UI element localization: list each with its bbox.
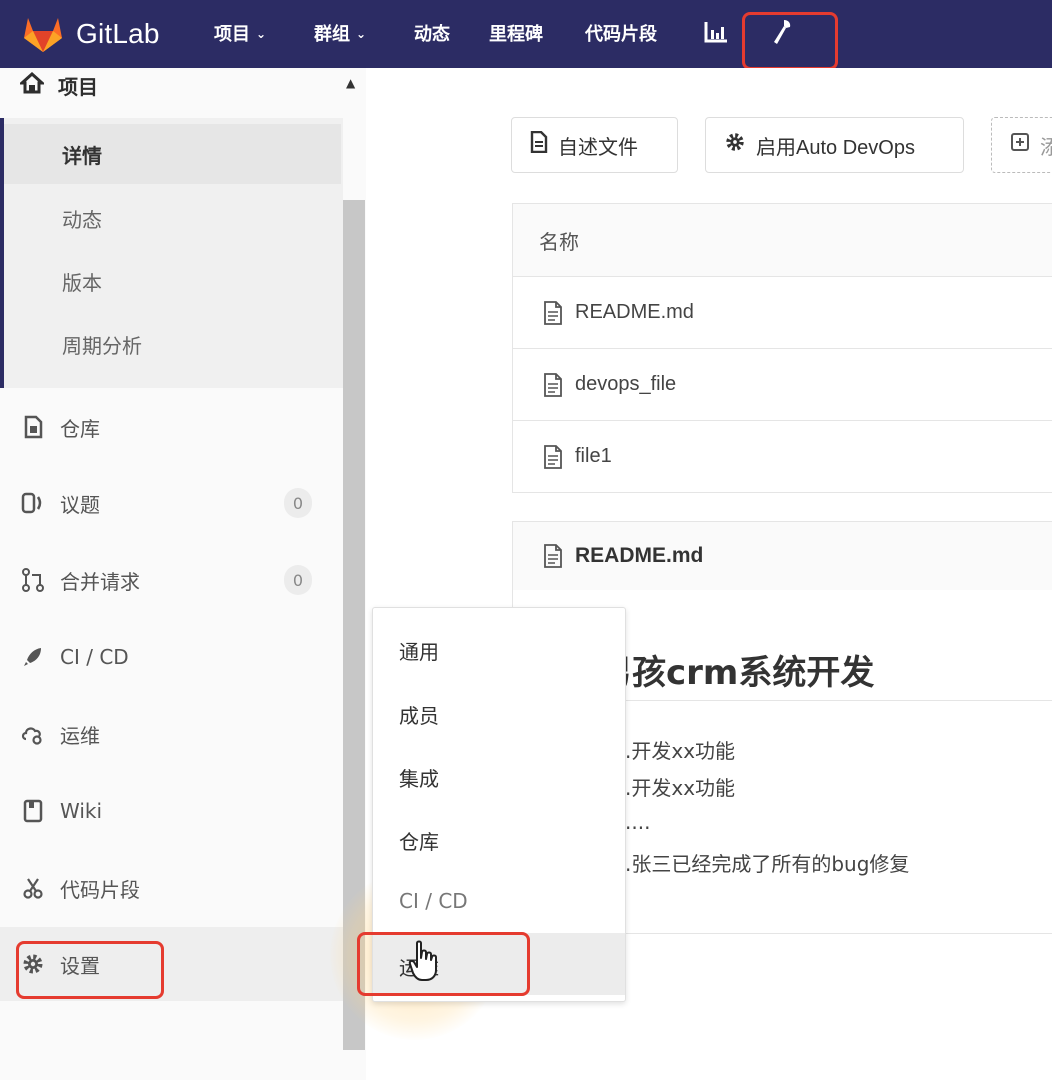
hand-pointer-icon (408, 940, 440, 986)
file-icon (530, 130, 548, 159)
file-name-link[interactable]: README.md (575, 301, 694, 324)
flyout-item-ci-cd[interactable]: CI / CD (399, 889, 468, 913)
sidebar-item-label: Wiki (60, 799, 103, 823)
file-tree-table: 名称 README.md devops_file file1 (512, 203, 1052, 493)
file-text-icon (544, 300, 562, 325)
scissors-icon (20, 875, 46, 901)
subnav-details[interactable]: 详情 (62, 140, 102, 169)
rocket-icon (20, 644, 46, 670)
add-file-label: 添 (1040, 136, 1052, 159)
readme-line: .开发xx功能 (625, 739, 736, 763)
top-navbar: GitLab 项目 ⌄ 群组 ⌄ 动态 里程碑 代码片段 (0, 0, 1052, 68)
readme-header: README.md (512, 521, 1052, 591)
issues-count-badge: 0 (284, 488, 312, 518)
sidebar-project-label: 项目 (58, 74, 98, 99)
nav-projects-label: 项目 (214, 24, 250, 45)
file-name-link[interactable]: file1 (575, 445, 612, 468)
repository-icon (20, 414, 46, 440)
merge-requests-count-badge: 0 (284, 565, 312, 595)
flyout-item-general[interactable]: 通用 (399, 636, 439, 665)
sidebar-item-label: 运维 (60, 723, 100, 748)
sidebar-item-label: 议题 (60, 492, 100, 517)
home-icon (18, 71, 46, 99)
flyout-item-members[interactable]: 成员 (399, 700, 439, 729)
nav-groups-label: 群组 (314, 24, 350, 45)
readme-button-label: 自述文件 (558, 136, 638, 159)
sidebar-item-issues[interactable]: 议题 (20, 483, 100, 523)
flyout-item-integrations[interactable]: 集成 (399, 763, 439, 792)
readme-line: .开发xx功能 (625, 776, 736, 800)
nav-milestones-link[interactable]: 里程碑 (489, 20, 543, 46)
readme-filename[interactable]: README.md (575, 544, 703, 568)
subnav-cycle-analytics[interactable]: 周期分析 (62, 330, 142, 359)
file-text-icon (544, 444, 562, 469)
sidebar-item-ci-cd[interactable]: CI / CD (20, 637, 129, 677)
sidebar-item-merge-requests[interactable]: 合并请求 (20, 560, 140, 600)
collapse-caret-icon[interactable]: ▲ (346, 76, 355, 90)
enable-auto-devops-button[interactable]: 启用Auto DevOps (705, 117, 964, 173)
subnav-active-bg (4, 124, 341, 184)
sidebar-item-operations[interactable]: 运维 (20, 714, 100, 754)
merge-request-icon (20, 567, 46, 593)
plus-square-icon (1010, 132, 1030, 158)
nav-projects-dropdown[interactable]: 项目 ⌄ (214, 20, 266, 46)
readme-button[interactable]: 自述文件 (511, 117, 678, 173)
sidebar-item-label: 仓库 (60, 416, 100, 441)
subnav-activity[interactable]: 动态 (62, 204, 102, 233)
sidebar-item-repository[interactable]: 仓库 (20, 407, 100, 447)
sidebar-project-header[interactable]: 项目 (18, 70, 98, 100)
file-name-link[interactable]: devops_file (575, 373, 676, 396)
nav-activity-link[interactable]: 动态 (414, 20, 450, 46)
readme-line: .张三已经完成了所有的bug修复 (625, 852, 910, 876)
column-header-name: 名称 (513, 204, 1052, 277)
sidebar-item-label: CI / CD (60, 645, 129, 669)
sidebar-item-snippets[interactable]: 代码片段 (20, 868, 140, 908)
book-icon (20, 798, 46, 824)
operations-highlight (357, 932, 530, 996)
chart-icon[interactable] (703, 20, 729, 49)
file-text-icon (544, 372, 562, 397)
settings-highlight (16, 941, 164, 999)
brand-name: GitLab (76, 18, 160, 49)
nav-groups-dropdown[interactable]: 群组 ⌄ (314, 20, 366, 46)
gear-icon (724, 131, 746, 159)
admin-wrench-highlight (742, 12, 838, 70)
table-row[interactable]: README.md (513, 277, 1052, 349)
table-row[interactable]: devops_file (513, 349, 1052, 421)
add-file-button[interactable]: 添 (991, 117, 1052, 173)
cloud-gear-icon (20, 721, 46, 747)
gitlab-home-link[interactable]: GitLab (22, 12, 160, 56)
issues-icon (20, 490, 46, 516)
enable-auto-devops-label: 启用Auto DevOps (756, 136, 915, 159)
nav-snippets-link[interactable]: 代码片段 (585, 20, 657, 46)
flyout-item-repository[interactable]: 仓库 (399, 826, 439, 855)
readme-title: 男孩crm系统开发 (598, 653, 875, 693)
sidebar-item-label: 代码片段 (60, 877, 140, 902)
readme-divider (598, 700, 1052, 701)
sidebar-item-wiki[interactable]: Wiki (20, 791, 102, 831)
sidebar-item-label: 合并请求 (60, 569, 140, 594)
table-row[interactable]: file1 (513, 421, 1052, 492)
readme-line: .... (625, 810, 651, 834)
file-text-icon (544, 544, 562, 568)
chevron-down-icon: ⌄ (356, 27, 367, 41)
chevron-down-icon: ⌄ (256, 27, 267, 41)
subnav-releases[interactable]: 版本 (62, 267, 102, 296)
gitlab-logo-icon (24, 18, 62, 52)
